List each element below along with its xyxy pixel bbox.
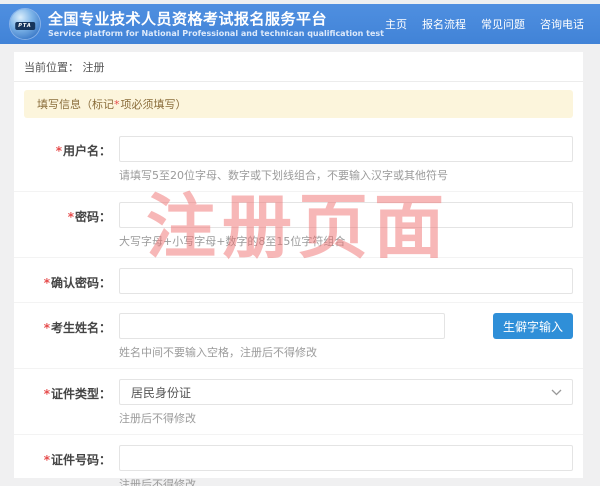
candidate-name-label: *考生姓名： bbox=[14, 313, 119, 360]
chevron-down-icon bbox=[551, 385, 562, 399]
password-label: *密码： bbox=[14, 202, 119, 249]
username-hint: 请填写5至20位字母、数字或下划线组合，不要输入汉字或其他符号 bbox=[119, 167, 573, 183]
candidate-name-input-group: 生僻字输入 bbox=[119, 313, 573, 339]
required-asterisk: * bbox=[56, 144, 62, 158]
username-control: 请填写5至20位字母、数字或下划线组合，不要输入汉字或其他符号 bbox=[119, 136, 573, 183]
form-row-certificate-type: *证件类型： 居民身份证 注册后不得修改 bbox=[14, 369, 583, 435]
certificate-number-label: *证件号码： bbox=[14, 445, 119, 486]
breadcrumb-current: 注册 bbox=[83, 61, 105, 74]
form-row-candidate-name: *考生姓名： 生僻字输入 姓名中间不要输入空格，注册后不得修改 bbox=[14, 303, 583, 369]
nav-home[interactable]: 主页 bbox=[385, 16, 407, 32]
required-asterisk: * bbox=[44, 276, 50, 290]
password-label-text: 密码： bbox=[75, 210, 111, 224]
site-titles: 全国专业技术人员资格考试报名服务平台 Service platform for … bbox=[48, 10, 384, 38]
certificate-type-control: 居民身份证 注册后不得修改 bbox=[119, 379, 573, 426]
certificate-type-select[interactable]: 居民身份证 bbox=[119, 379, 573, 405]
required-asterisk: * bbox=[114, 98, 120, 111]
confirm-password-input[interactable] bbox=[119, 268, 573, 294]
password-hint: 大写字母+小写字母+数字的8至15位字符组合 bbox=[119, 233, 573, 249]
content-panel: 当前位置： 注册 填写信息（标记*项必须填写） *用户名： 请填写5至20位字母… bbox=[14, 52, 583, 478]
form-row-username: *用户名： 请填写5至20位字母、数字或下划线组合，不要输入汉字或其他符号 bbox=[14, 126, 583, 192]
certificate-number-control: 注册后不得修改 bbox=[119, 445, 573, 486]
certificate-type-selected-value: 居民身份证 bbox=[131, 384, 191, 401]
notice-text-before: 填写信息（标记 bbox=[37, 98, 114, 111]
confirm-password-control bbox=[119, 268, 573, 294]
required-asterisk: * bbox=[44, 453, 50, 467]
top-nav: 主页 报名流程 常见问题 咨询电话 bbox=[385, 16, 584, 32]
site-header: PTA 全国专业技术人员资格考试报名服务平台 Service platform … bbox=[0, 4, 600, 44]
certificate-number-input[interactable] bbox=[119, 445, 573, 471]
candidate-name-label-text: 考生姓名： bbox=[51, 321, 111, 335]
site-subtitle: Service platform for National Profession… bbox=[48, 29, 384, 38]
logo-text: PTA bbox=[15, 22, 35, 30]
candidate-name-input[interactable] bbox=[119, 313, 445, 339]
breadcrumb-label: 当前位置： bbox=[24, 61, 79, 74]
required-asterisk: * bbox=[44, 321, 50, 335]
rare-character-input-button[interactable]: 生僻字输入 bbox=[493, 313, 573, 339]
nav-faq[interactable]: 常见问题 bbox=[481, 16, 525, 32]
form-row-password: *密码： 大写字母+小写字母+数字的8至15位字符组合 bbox=[14, 192, 583, 258]
form-row-confirm-password: *确认密码： bbox=[14, 258, 583, 303]
certificate-type-label-text: 证件类型： bbox=[51, 387, 111, 401]
candidate-name-hint: 姓名中间不要输入空格，注册后不得修改 bbox=[119, 344, 573, 360]
candidate-name-control: 生僻字输入 姓名中间不要输入空格，注册后不得修改 bbox=[119, 313, 573, 360]
form-row-certificate-number: *证件号码： 注册后不得修改 bbox=[14, 435, 583, 486]
required-asterisk: * bbox=[68, 210, 74, 224]
certificate-number-label-text: 证件号码： bbox=[51, 453, 111, 467]
certificate-number-hint: 注册后不得修改 bbox=[119, 476, 573, 486]
notice-text-after: 项必须填写） bbox=[121, 98, 187, 111]
nav-registration-process[interactable]: 报名流程 bbox=[422, 16, 466, 32]
confirm-password-label: *确认密码： bbox=[14, 268, 119, 294]
password-input[interactable] bbox=[119, 202, 573, 228]
breadcrumb: 当前位置： 注册 bbox=[14, 52, 583, 82]
confirm-password-label-text: 确认密码： bbox=[51, 276, 111, 290]
required-notice: 填写信息（标记*项必须填写） bbox=[24, 90, 573, 118]
username-label: *用户名： bbox=[14, 136, 119, 183]
registration-form: *用户名： 请填写5至20位字母、数字或下划线组合，不要输入汉字或其他符号 *密… bbox=[14, 126, 583, 486]
required-asterisk: * bbox=[44, 387, 50, 401]
username-input[interactable] bbox=[119, 136, 573, 162]
site-title: 全国专业技术人员资格考试报名服务平台 bbox=[48, 10, 384, 28]
nav-consultation-phone[interactable]: 咨询电话 bbox=[540, 16, 584, 32]
username-label-text: 用户名： bbox=[63, 144, 111, 158]
certificate-type-hint: 注册后不得修改 bbox=[119, 410, 573, 426]
password-control: 大写字母+小写字母+数字的8至15位字符组合 bbox=[119, 202, 573, 249]
certificate-type-label: *证件类型： bbox=[14, 379, 119, 426]
brand: PTA 全国专业技术人员资格考试报名服务平台 Service platform … bbox=[10, 9, 384, 39]
pta-logo-icon: PTA bbox=[10, 9, 40, 39]
